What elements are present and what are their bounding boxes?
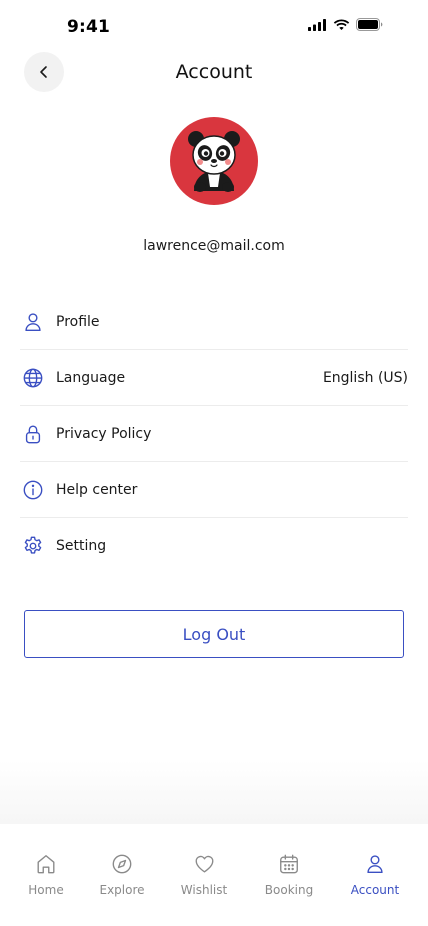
menu-item-label: Privacy Policy xyxy=(56,425,152,442)
menu-item-label: Profile xyxy=(56,313,100,330)
lock-icon xyxy=(21,422,45,446)
menu-item-label: Help center xyxy=(56,481,138,498)
menu-item-setting[interactable]: Setting xyxy=(20,518,408,574)
home-icon xyxy=(34,852,58,876)
menu-item-label: Setting xyxy=(56,538,107,554)
page-title: Account xyxy=(175,61,253,83)
header: Account xyxy=(0,52,428,94)
tab-label: Explore xyxy=(99,883,145,897)
gear-icon xyxy=(21,534,45,558)
info-icon xyxy=(21,478,45,502)
user-icon xyxy=(363,852,387,876)
tab-label: Account xyxy=(350,883,400,897)
tab-account[interactable]: Account xyxy=(335,852,415,897)
status-time: 9:41 xyxy=(67,17,111,37)
tab-label: Booking xyxy=(264,883,314,897)
tab-bar-shadow xyxy=(0,760,428,824)
user-icon xyxy=(21,310,45,334)
calendar-icon xyxy=(277,852,301,876)
menu-item-language[interactable]: Language English (US) xyxy=(20,350,408,406)
menu-item-privacy-policy[interactable]: Privacy Policy xyxy=(20,406,408,462)
user-email: lawrence@mail.com xyxy=(143,238,285,254)
panda-avatar-icon xyxy=(188,131,240,192)
wifi-icon xyxy=(333,19,350,30)
battery-icon xyxy=(356,18,383,31)
signal-icon xyxy=(308,18,326,31)
status-bar: 9:41 xyxy=(0,0,428,52)
menu-item-label: Language xyxy=(56,369,126,386)
account-menu: Profile Language English (US) Privacy Po… xyxy=(20,294,408,574)
tab-booking[interactable]: Booking xyxy=(249,852,329,897)
tab-label: Wishlist xyxy=(180,883,228,897)
tab-label: Home xyxy=(28,883,64,897)
compass-icon xyxy=(110,852,134,876)
avatar[interactable] xyxy=(170,117,258,205)
logout-button[interactable]: Log Out xyxy=(24,610,404,658)
heart-icon xyxy=(192,852,216,876)
tab-bar: Home Explore Wishlist Booking Account xyxy=(0,824,428,926)
status-icons xyxy=(308,18,383,31)
menu-item-profile[interactable]: Profile xyxy=(20,294,408,350)
menu-item-help-center[interactable]: Help center xyxy=(20,462,408,518)
tab-explore[interactable]: Explore xyxy=(82,852,162,897)
language-value: English (US) xyxy=(322,369,408,386)
tab-home[interactable]: Home xyxy=(6,852,86,897)
globe-icon xyxy=(21,366,45,390)
tab-wishlist[interactable]: Wishlist xyxy=(164,852,244,897)
